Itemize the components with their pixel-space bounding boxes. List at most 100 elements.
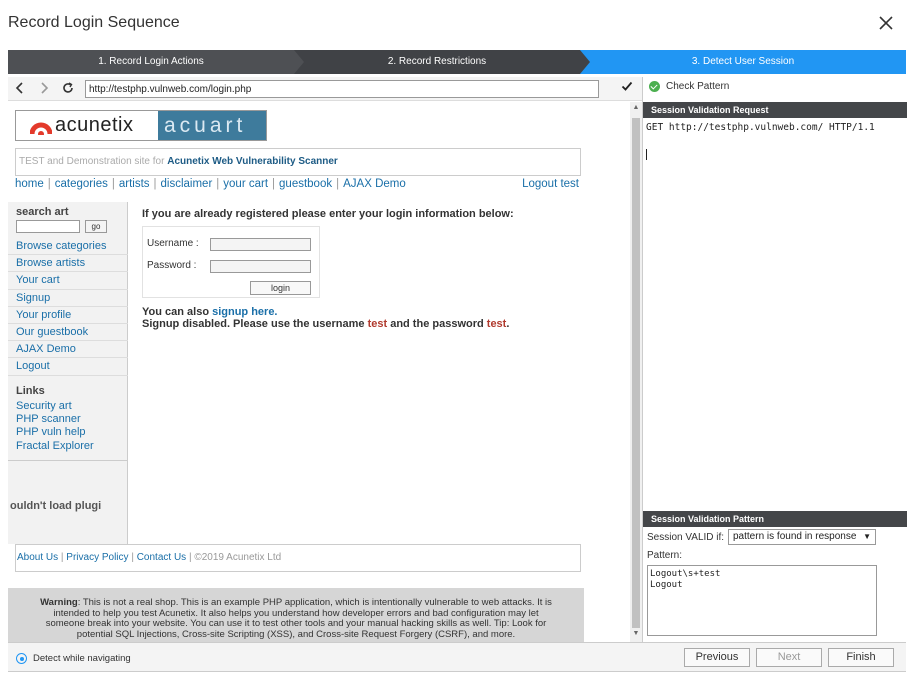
- session-validation-request-header: Session Validation Request: [643, 102, 907, 118]
- nav-guestbook[interactable]: guestbook: [279, 178, 332, 190]
- detect-while-navigating-toggle[interactable]: Detect while navigating: [16, 653, 131, 664]
- session-valid-if-label: Session VALID if:: [647, 532, 725, 543]
- nav-home[interactable]: home: [15, 178, 44, 190]
- signup-disabled-text-2: and the password: [387, 318, 487, 330]
- links-heading: Links: [16, 385, 45, 397]
- sidebar-item-browse-categories[interactable]: Browse categories: [8, 238, 128, 256]
- step-record-restrictions[interactable]: 2. Record Restrictions: [294, 50, 590, 74]
- nav-artists[interactable]: artists: [119, 178, 150, 190]
- logo-text-acunetix: acunetix: [55, 114, 134, 136]
- session-validation-request-text[interactable]: GET http://testphp.vulnweb.com/ HTTP/1.1: [646, 122, 904, 508]
- login-intro: If you are already registered please ent…: [142, 208, 514, 220]
- step-label: 2. Record Restrictions: [387, 56, 487, 67]
- username-input[interactable]: [210, 238, 311, 251]
- link-php-scanner[interactable]: PHP scanner: [16, 413, 94, 426]
- scroll-down-icon[interactable]: ▼: [632, 630, 640, 637]
- signup-disabled-text: Signup disabled. Please use the username: [142, 318, 368, 330]
- viewport-scrollbar[interactable]: ▲ ▼: [630, 102, 642, 642]
- reload-icon[interactable]: [60, 80, 76, 98]
- sidebar-item-signup[interactable]: Signup: [8, 290, 128, 307]
- site-top-nav: home | categories | artists | disclaimer | your …: [15, 178, 579, 190]
- session-panel: Check Pattern Session Validation Request…: [642, 77, 907, 642]
- step-label: 1. Record Login Actions: [98, 56, 204, 67]
- previous-button[interactable]: Previous: [684, 648, 750, 667]
- sidebar-item-logout[interactable]: Logout: [8, 358, 128, 376]
- login-button[interactable]: login: [250, 281, 311, 295]
- text-caret: [646, 149, 647, 160]
- username-label: Username :: [147, 238, 199, 249]
- next-button[interactable]: Next: [756, 648, 822, 667]
- wizard-steps: 1. Record Login Actions 2. Record Restri…: [8, 50, 906, 74]
- nav-ajax-demo[interactable]: AJAX Demo: [343, 178, 406, 190]
- demo-username: test: [367, 318, 388, 330]
- login-form: Username : Password : login: [142, 226, 320, 298]
- detect-while-navigating-label: Detect while navigating: [33, 653, 131, 664]
- warning-label: Warning: [40, 597, 78, 608]
- session-validation-pattern-header: Session Validation Pattern: [643, 511, 907, 527]
- check-pattern-button[interactable]: Check Pattern: [649, 81, 729, 92]
- acunetix-logo-icon: [30, 122, 52, 135]
- warning-notice: Warning: This is not a real shop. This i…: [8, 588, 584, 642]
- step-record-login-actions[interactable]: 1. Record Login Actions: [8, 50, 304, 74]
- demo-password: test: [486, 318, 507, 330]
- password-label: Password :: [147, 260, 197, 271]
- pattern-textarea[interactable]: Logout\s+test Logout: [647, 565, 877, 636]
- nav-disclaimer[interactable]: disclaimer: [161, 178, 213, 190]
- dialog-footer: Detect while navigating Previous Next Fi…: [8, 642, 906, 672]
- web-viewport[interactable]: acunetix acuart TEST and Demonstration s…: [8, 102, 630, 642]
- dialog-title: Record Login Sequence: [8, 14, 180, 31]
- check-circle-icon: [649, 81, 660, 92]
- session-valid-select[interactable]: pattern is found in response ▼: [728, 529, 876, 545]
- password-input[interactable]: [210, 260, 311, 273]
- plugin-error-message: ouldn't load plugi: [10, 500, 102, 512]
- nav-categories[interactable]: categories: [55, 178, 108, 190]
- browser-toolbar: [8, 77, 642, 101]
- scrollbar-thumb[interactable]: [632, 118, 640, 628]
- links-list: Security art PHP scanner PHP vuln help F…: [16, 400, 94, 453]
- signup-here-link[interactable]: signup here.: [212, 306, 277, 318]
- chevron-down-icon: ▼: [863, 532, 871, 541]
- finish-button[interactable]: Finish: [828, 648, 894, 667]
- sidebar-item-your-profile[interactable]: Your profile: [8, 307, 128, 324]
- warning-text: : This is not a real shop. This is an ex…: [45, 597, 552, 640]
- sidebar-links: Browse categories Browse artists Your ca…: [8, 238, 128, 376]
- footer-about-us[interactable]: About Us: [17, 552, 58, 563]
- footer-copyright: ©2019 Acunetix Ltd: [194, 552, 282, 563]
- footer-contact-us[interactable]: Contact Us: [137, 552, 186, 563]
- search-art-label: search art: [16, 206, 69, 218]
- site-footer: About Us | Privacy Policy | Contact Us |…: [15, 544, 581, 572]
- target-icon: [16, 653, 27, 664]
- signup-disabled-message: Signup disabled. Please use the username…: [142, 318, 509, 330]
- site-tagline: TEST and Demonstration site for Acunetix…: [15, 148, 581, 176]
- site-logo[interactable]: acunetix acuart: [15, 110, 267, 141]
- scroll-up-icon[interactable]: ▲: [632, 104, 640, 111]
- site-sidebar: search art go Browse categories Browse a…: [8, 202, 128, 544]
- close-icon[interactable]: [877, 14, 895, 32]
- signup-disabled-end: .: [506, 318, 510, 330]
- sidebar-item-browse-artists[interactable]: Browse artists: [8, 255, 128, 273]
- session-valid-option: pattern is found in response: [733, 531, 857, 542]
- check-pattern-label: Check Pattern: [666, 81, 730, 92]
- link-security-art[interactable]: Security art: [16, 400, 94, 413]
- sidebar-item-our-guestbook[interactable]: Our guestbook: [8, 324, 128, 342]
- sidebar-divider: [8, 460, 128, 461]
- tagline-prefix: TEST and Demonstration site for: [19, 156, 168, 167]
- step-detect-user-session[interactable]: 3. Detect User Session: [580, 50, 906, 74]
- nav-logout-test[interactable]: Logout test: [522, 178, 579, 190]
- nav-your-cart[interactable]: your cart: [223, 178, 268, 190]
- search-go-button[interactable]: go: [85, 220, 107, 233]
- forward-icon[interactable]: [36, 80, 52, 98]
- back-icon[interactable]: [12, 80, 28, 98]
- sidebar-item-ajax-demo[interactable]: AJAX Demo: [8, 341, 128, 359]
- link-fractal-explorer[interactable]: Fractal Explorer: [16, 440, 94, 453]
- sidebar-item-your-cart[interactable]: Your cart: [8, 272, 128, 290]
- step-label: 3. Detect User Session: [691, 56, 795, 67]
- pattern-label: Pattern:: [647, 550, 683, 561]
- url-input[interactable]: [85, 80, 599, 98]
- tagline-brand[interactable]: Acunetix Web Vulnerability Scanner: [167, 156, 338, 167]
- footer-privacy-policy[interactable]: Privacy Policy: [66, 552, 128, 563]
- link-php-vuln-help[interactable]: PHP vuln help: [16, 426, 94, 439]
- go-checkmark-icon[interactable]: [621, 80, 633, 95]
- search-art-input[interactable]: [16, 220, 80, 233]
- logo-text-acuart: acuart: [158, 111, 266, 140]
